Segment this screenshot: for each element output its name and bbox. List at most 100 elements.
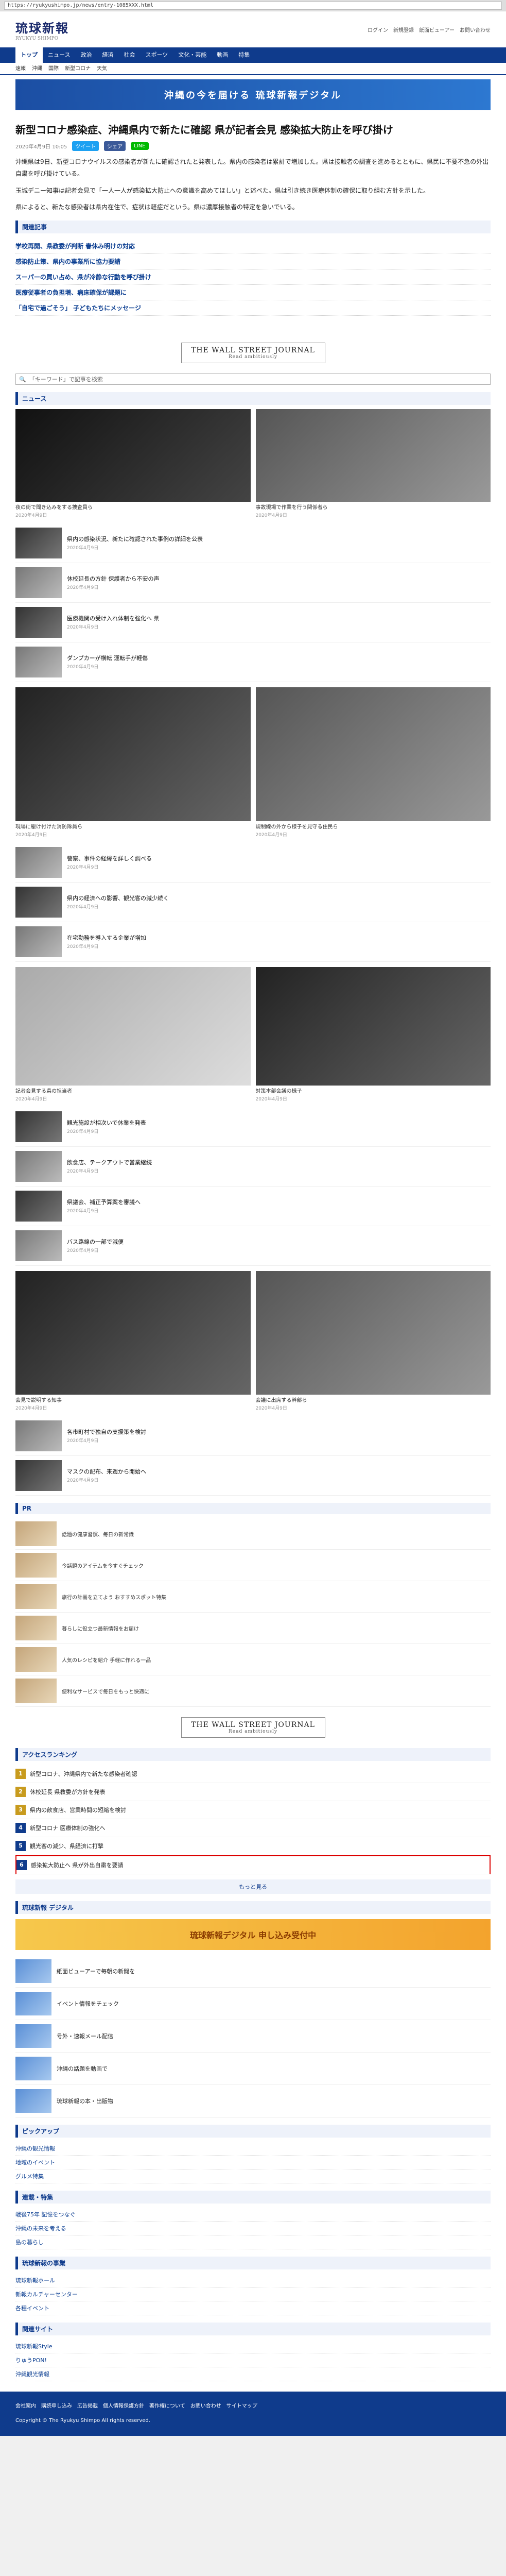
ranking-item-highlighted[interactable]: 6 感染拡大防止へ 県が外出自粛を要請	[15, 1855, 491, 1875]
related-link[interactable]: 医療従事者の負担増、病床確保が課題に	[15, 285, 491, 301]
section-link[interactable]: 沖縄の未来を考える	[15, 2222, 491, 2236]
news-row[interactable]: 休校延長の方針 保護者から不安の声 2020年4月9日	[15, 563, 491, 603]
news-row[interactable]: バス路線の一部で減便 2020年4月9日	[15, 1226, 491, 1266]
photo-card[interactable]: 夜の街で聞き込みをする捜査員ら 2020年4月9日	[15, 409, 251, 518]
footer-link[interactable]: 広告掲載	[77, 2402, 98, 2411]
section-link[interactable]: りゅうPON!	[15, 2353, 491, 2368]
photo-caption: 記者会見する県の担当者	[15, 1089, 72, 1095]
news-row[interactable]: 飲食店、テークアウトで営業継続 2020年4月9日	[15, 1147, 491, 1187]
section-link[interactable]: 各種イベント	[15, 2301, 491, 2316]
section-link[interactable]: 新報カルチャーセンター	[15, 2287, 491, 2302]
photo-card[interactable]: 記者会見する県の担当者 2020年4月9日	[15, 967, 251, 1102]
wsj-subtitle: Read ambitiously	[229, 1729, 277, 1735]
header-link-contact[interactable]: お問い合わせ	[460, 26, 491, 33]
news-row[interactable]: 警察、事件の経緯を詳しく調べる 2020年4月9日	[15, 843, 491, 883]
footer-link[interactable]: 著作権について	[149, 2402, 185, 2411]
search-bar[interactable]: 🔍 「キーワード」で記事を検索	[15, 374, 491, 385]
sponsored-thumb	[15, 1521, 57, 1547]
sponsored-thumb	[15, 1584, 57, 1609]
photo-card[interactable]: 事故現場で作業を行う関係者ら 2020年4月9日	[255, 409, 491, 518]
promo-item[interactable]: 号外・速報メール配信	[15, 2020, 491, 2053]
promo-item[interactable]: 琉球新報の本・出版物	[15, 2085, 491, 2118]
related-list: 学校再開、県教委が判断 春休み明けの対応 感染防止策、県内の事業所に協力要請 ス…	[15, 239, 491, 316]
ranking-heading: アクセスランキング	[15, 1748, 491, 1761]
news-row[interactable]: 県内の感染状況、新たに確認された事例の詳細を公表 2020年4月9日	[15, 523, 491, 564]
news-row[interactable]: マスクの配布、来週から開始へ 2020年4月9日	[15, 1456, 491, 1496]
sponsored-item[interactable]: 便利なサービスで毎日をもっと快適に	[15, 1675, 491, 1707]
subnav-international[interactable]: 国際	[48, 63, 59, 74]
related-link[interactable]: 感染防止策、県内の事業所に協力要請	[15, 254, 491, 270]
subnav-okinawa[interactable]: 沖縄	[32, 63, 42, 74]
photo-caption: 対策本部会議の様子	[255, 1089, 302, 1095]
footer-link[interactable]: サイトマップ	[226, 2402, 257, 2411]
ranking-item[interactable]: 1 新型コロナ、沖縄県内で新たな感染者確認	[15, 1765, 491, 1784]
subnav-covid[interactable]: 新型コロナ	[65, 63, 91, 74]
section-link[interactable]: 琉球新報Style	[15, 2340, 491, 2354]
promo-banner[interactable]: 琉球新報デジタル 申し込み受付中	[15, 1919, 491, 1951]
sponsored-item[interactable]: 話題の健康習慣、毎日の新常識	[15, 1518, 491, 1550]
header-link-viewer[interactable]: 紙面ビューアー	[419, 26, 455, 33]
news-row[interactable]: 在宅勤務を導入する企業が増加 2020年4月9日	[15, 922, 491, 962]
footer-link[interactable]: 購読申し込み	[41, 2402, 72, 2411]
section-link[interactable]: 沖縄の観光情報	[15, 2142, 491, 2156]
ranking-item[interactable]: 3 県内の飲食店、営業時間の短縮を検討	[15, 1801, 491, 1820]
nav-item-features[interactable]: 特集	[233, 47, 255, 63]
news-row[interactable]: 医療機関の受け入れ体制を強化へ 県 2020年4月9日	[15, 603, 491, 643]
related-link[interactable]: 「自宅で過ごそう」 子どもたちにメッセージ	[15, 300, 491, 316]
ranking-item[interactable]: 4 新型コロナ 医療体制の強化へ	[15, 1819, 491, 1838]
photo-card[interactable]: 現場に駆け付けた消防隊員ら 2020年4月9日	[15, 687, 251, 838]
sponsored-item[interactable]: 今話題のアイテムを今すぐチェック	[15, 1550, 491, 1582]
news-thumb	[15, 887, 62, 918]
header-link-login[interactable]: ログイン	[368, 26, 388, 33]
nav-item-video[interactable]: 動画	[212, 47, 233, 63]
section-link[interactable]: グルメ特集	[15, 2170, 491, 2184]
wsj-banner[interactable]: THE WALL STREET JOURNAL Read ambitiously	[181, 1717, 325, 1738]
promo-item[interactable]: イベント情報をチェック	[15, 1988, 491, 2021]
news-row[interactable]: 観光施設が相次いで休業を発表 2020年4月9日	[15, 1107, 491, 1147]
site-logo[interactable]: 琉球新報 RYUKYU SHIMPO	[15, 18, 69, 41]
news-row[interactable]: 県議会、補正予算案を審議へ 2020年4月9日	[15, 1187, 491, 1227]
photo-card[interactable]: 規制線の外から様子を見守る住民ら 2020年4月9日	[255, 687, 491, 838]
nav-item-politics[interactable]: 政治	[75, 47, 97, 63]
photo-card[interactable]: 会見で説明する知事 2020年4月9日	[15, 1271, 251, 1411]
promo-item[interactable]: 紙面ビューアーで毎朝の新聞を	[15, 1955, 491, 1988]
nav-item-culture[interactable]: 文化・芸能	[173, 47, 212, 63]
photo-card[interactable]: 対策本部会議の様子 2020年4月9日	[255, 967, 491, 1102]
subnav-breaking[interactable]: 速報	[15, 63, 26, 74]
nav-item-society[interactable]: 社会	[118, 47, 140, 63]
section-link[interactable]: 沖縄観光情報	[15, 2367, 491, 2382]
nav-item-top[interactable]: トップ	[15, 47, 43, 63]
top-banner[interactable]: 沖縄の今を届ける 琉球新報デジタル	[15, 79, 491, 110]
section-link[interactable]: 戦後75年 記憶をつなぐ	[15, 2208, 491, 2222]
related-link[interactable]: 学校再開、県教委が判断 春休み明けの対応	[15, 239, 491, 255]
ranking-item[interactable]: 5 観光客の減少、県経済に打撃	[15, 1837, 491, 1856]
section-link[interactable]: 地域のイベント	[15, 2156, 491, 2170]
footer-link[interactable]: お問い合わせ	[190, 2402, 221, 2411]
footer-link[interactable]: 会社案内	[15, 2402, 36, 2411]
tweet-button[interactable]: ツイート	[72, 141, 99, 151]
news-row[interactable]: ダンプカーが横転 運転手が軽傷 2020年4月9日	[15, 642, 491, 683]
line-button[interactable]: LINE	[131, 142, 149, 150]
footer-link[interactable]: 個人情報保護方針	[103, 2402, 144, 2411]
nav-item-economy[interactable]: 経済	[97, 47, 118, 63]
promo-item[interactable]: 沖縄の話題を動画で	[15, 2053, 491, 2086]
sponsored-item[interactable]: 旅行の計画を立てよう おすすめスポット特集	[15, 1581, 491, 1613]
url-bar[interactable]: https://ryukyushimpo.jp/news/entry-1085X…	[4, 1, 502, 10]
section-link[interactable]: 琉球新報ホール	[15, 2274, 491, 2288]
sponsored-item[interactable]: 人気のレシピを紹介 手軽に作れる一品	[15, 1644, 491, 1676]
news-date: 2020年4月9日	[67, 1208, 99, 1214]
wsj-banner[interactable]: THE WALL STREET JOURNAL Read ambitiously	[181, 343, 325, 364]
subnav-weather[interactable]: 天気	[97, 63, 107, 74]
related-link[interactable]: スーパーの買い占め、県が冷静な行動を呼び掛け	[15, 269, 491, 285]
ranking-item[interactable]: 2 休校延長 県教委が方針を発表	[15, 1783, 491, 1802]
share-button[interactable]: シェア	[104, 141, 126, 151]
more-button[interactable]: もっと見る	[15, 1879, 491, 1894]
news-row[interactable]: 県内の経済への影響、観光客の減少続く 2020年4月9日	[15, 883, 491, 923]
sponsored-item[interactable]: 暮らしに役立つ最新情報をお届け	[15, 1613, 491, 1645]
news-row[interactable]: 各市町村で独自の支援策を検討 2020年4月9日	[15, 1416, 491, 1456]
section-link[interactable]: 島の暮らし	[15, 2235, 491, 2250]
photo-card[interactable]: 会議に出席する幹部ら 2020年4月9日	[255, 1271, 491, 1411]
header-link-register[interactable]: 新規登録	[393, 26, 414, 33]
nav-item-sports[interactable]: スポーツ	[140, 47, 173, 63]
nav-item-news[interactable]: ニュース	[43, 47, 75, 63]
